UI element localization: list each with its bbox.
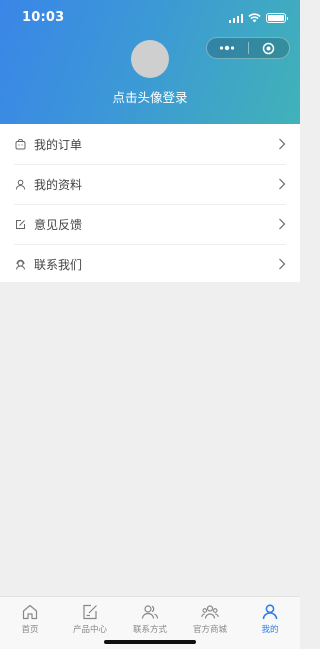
menu-item-label: 我的订单	[34, 137, 83, 152]
tab-mine[interactable]: 我的	[240, 597, 300, 649]
status-icons	[228, 12, 288, 24]
status-time: 10:03	[22, 10, 65, 25]
login-prompt[interactable]: 点击头像登录	[0, 87, 300, 106]
menu-item-contact[interactable]: 联系我们	[0, 244, 300, 284]
chevron-right-icon	[279, 258, 286, 270]
tab-label: 产品中心	[72, 625, 107, 635]
tab-label: 联系方式	[132, 625, 167, 635]
menu-item-label: 联系我们	[34, 257, 83, 272]
home-indicator	[104, 640, 196, 644]
tab-home[interactable]: 首页	[0, 597, 60, 649]
menu-item-feedback[interactable]: 意见反馈	[0, 204, 300, 244]
menu-item-orders[interactable]: 我的订单	[0, 124, 300, 164]
menu-item-profile[interactable]: 我的资料	[0, 164, 300, 204]
edit-icon	[14, 218, 26, 230]
edit-square-icon	[83, 604, 97, 620]
users-icon	[141, 605, 159, 619]
user-icon	[14, 178, 26, 190]
home-icon	[22, 604, 38, 620]
avatar[interactable]	[131, 40, 169, 78]
order-bag-icon	[14, 138, 26, 150]
menu-item-label: 我的资料	[34, 177, 83, 192]
user-icon	[262, 604, 278, 620]
chevron-right-icon	[279, 138, 286, 150]
tab-label: 官方商城	[192, 625, 227, 635]
mini-program-capsule	[206, 37, 290, 59]
profile-header: 10:03 点击头像登录	[0, 0, 300, 124]
signal-icon	[228, 13, 243, 23]
target-circle-icon[interactable]	[249, 38, 290, 58]
status-bar: 10:03	[0, 0, 300, 34]
menu-item-label: 意见反馈	[34, 217, 83, 232]
group-icon	[201, 605, 219, 619]
chevron-right-icon	[279, 218, 286, 230]
chevron-right-icon	[279, 178, 286, 190]
wifi-icon	[248, 13, 261, 23]
contact-headset-icon	[14, 258, 26, 270]
tab-label: 首页	[21, 625, 39, 635]
profile-menu: 我的订单 我的资料 意见反馈 联系我们	[0, 124, 300, 282]
tab-label: 我的	[261, 625, 279, 635]
battery-icon	[266, 13, 288, 23]
more-dots-icon[interactable]	[207, 38, 248, 58]
